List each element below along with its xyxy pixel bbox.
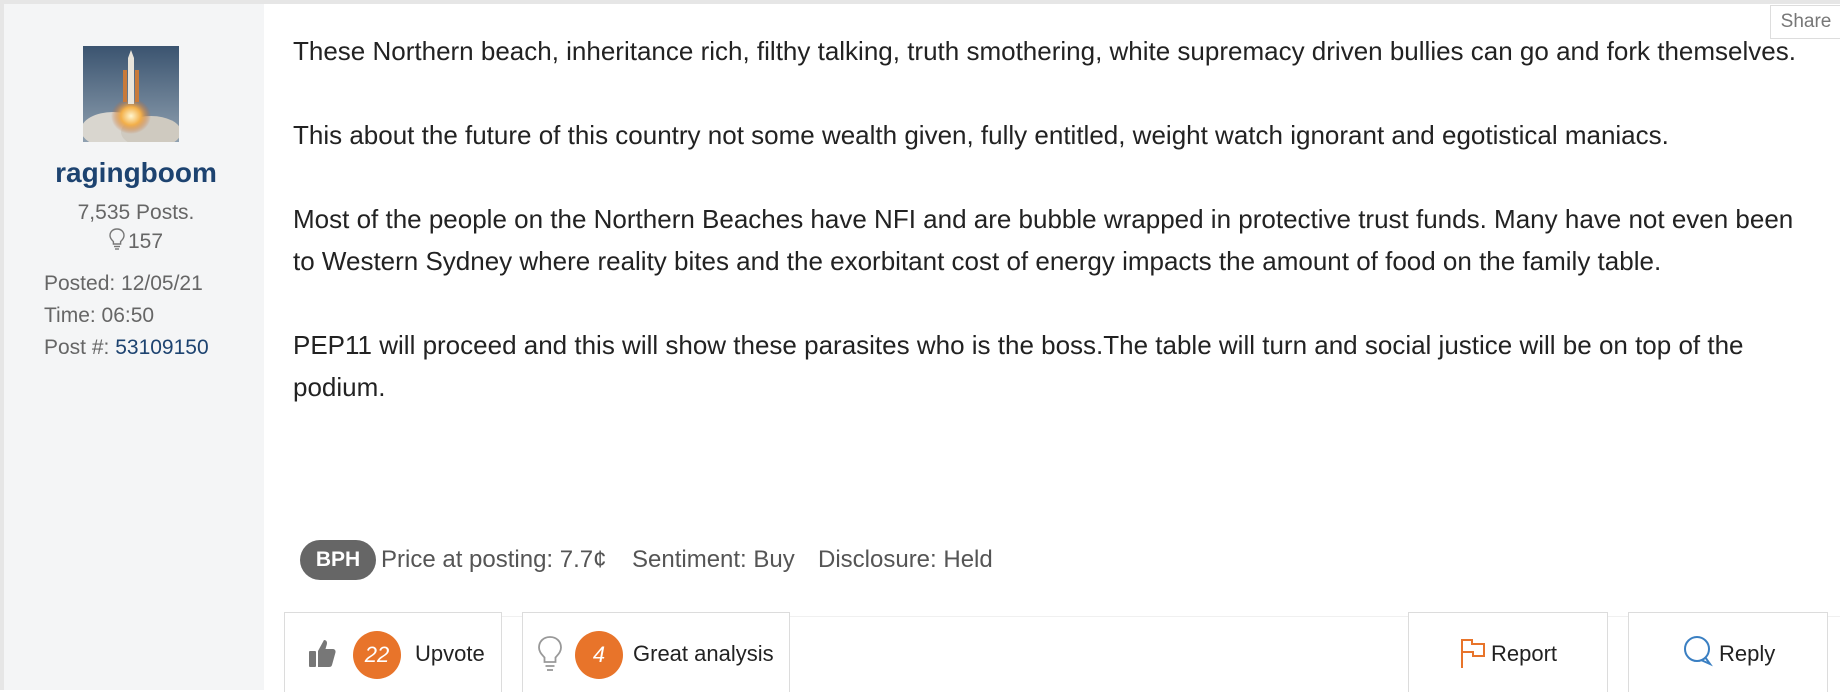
thumbs-up-icon — [307, 637, 337, 674]
reply-button[interactable]: Reply — [1628, 612, 1828, 692]
top-border — [0, 0, 1840, 4]
upvote-label: Upvote — [415, 641, 485, 666]
likes-value: 157 — [127, 230, 164, 253]
price-at-posting: Price at posting: 7.7¢ — [381, 546, 607, 573]
lightbulb-icon — [109, 228, 125, 256]
lightbulb-icon — [537, 635, 563, 678]
reply-label: Reply — [1719, 641, 1776, 666]
upvote-count: 22 — [353, 631, 401, 679]
disclosure: Disclosure: Held — [818, 546, 993, 573]
posted-date: Posted: 12/05/21 — [44, 272, 203, 295]
post-paragraph: Most of the people on the Northern Beach… — [293, 204, 1794, 276]
author-sidebar: ragingboom 7,535 Posts. 157 Posted: 12/0… — [4, 4, 264, 690]
speech-bubble-icon — [1681, 635, 1713, 672]
post-number-label: Post #: — [44, 336, 110, 359]
post-paragraph: These Northern beach, inheritance rich, … — [293, 36, 1796, 66]
upvote-button[interactable]: 22 Upvote — [284, 612, 502, 692]
likes-count: 157 — [4, 228, 268, 256]
post-count: 7,535 Posts. — [77, 201, 195, 224]
post-paragraph: PEP11 will proceed and this will show th… — [293, 330, 1744, 402]
avatar[interactable] — [83, 46, 179, 142]
great-analysis-count: 4 — [575, 631, 623, 679]
sentiment: Sentiment: Buy — [632, 546, 795, 573]
post-body: These Northern beach, inheritance rich, … — [293, 30, 1813, 450]
post-paragraph: This about the future of this country no… — [293, 120, 1669, 150]
ticker-badge[interactable]: BPH — [300, 540, 376, 580]
report-button[interactable]: Report — [1408, 612, 1608, 692]
report-label: Report — [1491, 641, 1558, 666]
flag-icon — [1459, 637, 1487, 674]
username-link[interactable]: ragingboom — [4, 157, 268, 189]
great-analysis-label: Great analysis — [633, 641, 774, 666]
post-number-link[interactable]: 53109150 — [115, 336, 208, 359]
post-number: Post #: 53109150 — [44, 336, 209, 360]
posted-time: Time: 06:50 — [44, 304, 155, 327]
great-analysis-button[interactable]: 4 Great analysis — [522, 612, 790, 692]
